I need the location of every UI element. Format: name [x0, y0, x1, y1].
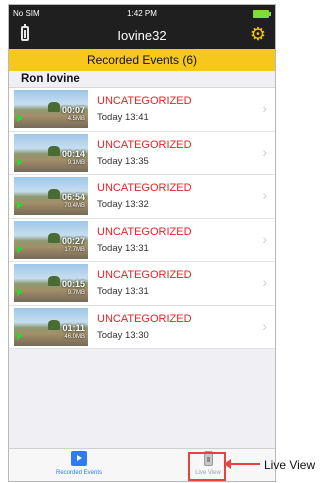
thumbnail-scene — [48, 232, 60, 243]
recorded-events-icon — [71, 451, 87, 466]
play-icon[interactable] — [17, 114, 23, 122]
chevron-right-icon: › — [262, 100, 267, 116]
play-icon[interactable] — [17, 201, 23, 209]
page-title: Iovine32 — [117, 28, 167, 43]
tab-recorded-events[interactable]: Recorded Events — [49, 449, 109, 481]
play-icon[interactable] — [17, 244, 23, 253]
events-list: 00:07 4.5MB UNCATEGORIZED Today 13:41 › … — [9, 88, 275, 349]
callout-arrow — [224, 459, 260, 469]
status-battery-icon — [253, 10, 271, 18]
video-size: 9.7MB — [67, 290, 85, 296]
video-duration: 00:14 — [61, 148, 85, 159]
video-size: 4.5MB — [67, 116, 85, 122]
live-view-icon — [203, 451, 213, 466]
video-duration: 01:11 — [62, 322, 85, 333]
video-thumbnail[interactable]: 00:07 4.5MB — [14, 90, 88, 128]
tab-live-view[interactable]: Live View — [188, 449, 228, 481]
event-timestamp: Today 13:35 — [97, 155, 149, 167]
phone-screen: No SIM 1:42 PM Iovine32 ⚙ Recorded Event… — [8, 4, 276, 482]
thumbnail-scene — [48, 189, 60, 199]
video-size: 9.1MB — [67, 159, 85, 166]
chevron-right-icon: › — [262, 143, 267, 160]
video-duration: 00:07 — [61, 105, 85, 115]
thumbnail-scene — [48, 102, 60, 112]
thumbnail-scene — [48, 276, 60, 286]
event-timestamp: Today 13:32 — [97, 199, 149, 210]
thumbnail-scene — [48, 319, 60, 330]
event-category: UNCATEGORIZED — [97, 138, 192, 151]
event-category: UNCATEGORIZED — [97, 182, 192, 194]
event-category: UNCATEGORIZED — [97, 312, 192, 325]
tab-live-view-label: Live View — [195, 470, 221, 476]
event-category: UNCATEGORIZED — [97, 95, 192, 107]
chevron-right-icon: › — [262, 274, 267, 290]
event-row[interactable]: 00:27 17.7MB UNCATEGORIZED Today 13:31 › — [9, 218, 275, 262]
event-row[interactable]: 00:15 9.7MB UNCATEGORIZED Today 13:31 › — [9, 262, 275, 306]
video-thumbnail[interactable]: 00:14 9.1MB — [14, 133, 88, 172]
event-row[interactable]: 00:14 9.1MB UNCATEGORIZED Today 13:35 › — [9, 131, 275, 175]
video-size: 17.7MB — [64, 246, 85, 253]
video-size: 46.0MB — [64, 333, 85, 340]
play-icon[interactable] — [17, 157, 23, 166]
chevron-right-icon: › — [262, 187, 267, 203]
chevron-right-icon: › — [262, 230, 267, 247]
event-category: UNCATEGORIZED — [97, 269, 192, 281]
tab-recorded-events-label: Recorded Events — [55, 470, 103, 476]
video-thumbnail[interactable]: 01:11 46.0MB — [14, 307, 88, 346]
video-thumbnail[interactable]: 06:54 70.4MB — [14, 177, 88, 215]
video-duration: 06:54 — [61, 192, 85, 202]
video-duration: 00:27 — [61, 235, 85, 246]
event-row[interactable]: 06:54 70.4MB UNCATEGORIZED Today 13:32 › — [9, 175, 275, 219]
event-timestamp: Today 13:31 — [97, 286, 149, 297]
event-row[interactable]: 01:11 46.0MB UNCATEGORIZED Today 13:30 › — [9, 305, 275, 349]
video-thumbnail[interactable]: 00:15 9.7MB — [14, 264, 88, 302]
video-duration: 00:15 — [61, 279, 85, 289]
play-icon[interactable] — [17, 331, 23, 340]
video-size: 70.4MB — [64, 203, 85, 209]
event-timestamp: Today 13:30 — [97, 329, 149, 341]
play-icon[interactable] — [17, 288, 23, 296]
event-timestamp: Today 13:41 — [97, 112, 149, 123]
thumbnail-scene — [48, 145, 60, 156]
navigation-bar: Iovine32 ⚙ — [9, 21, 275, 49]
section-header: Ron Iovine — [9, 71, 275, 88]
gear-icon[interactable]: ⚙ — [250, 24, 266, 44]
chevron-right-icon: › — [262, 317, 267, 334]
event-category: UNCATEGORIZED — [97, 225, 192, 238]
event-timestamp: Today 13:31 — [97, 242, 149, 254]
recorded-events-banner: Recorded Events (6) — [9, 49, 275, 71]
live-view-callout: Live View — [264, 458, 316, 472]
clock: 1:42 PM — [127, 9, 157, 18]
event-row[interactable]: 00:07 4.5MB UNCATEGORIZED Today 13:41 › — [9, 88, 275, 132]
status-bar: No SIM 1:42 PM — [9, 5, 275, 21]
video-thumbnail[interactable]: 00:27 17.7MB — [14, 220, 88, 259]
